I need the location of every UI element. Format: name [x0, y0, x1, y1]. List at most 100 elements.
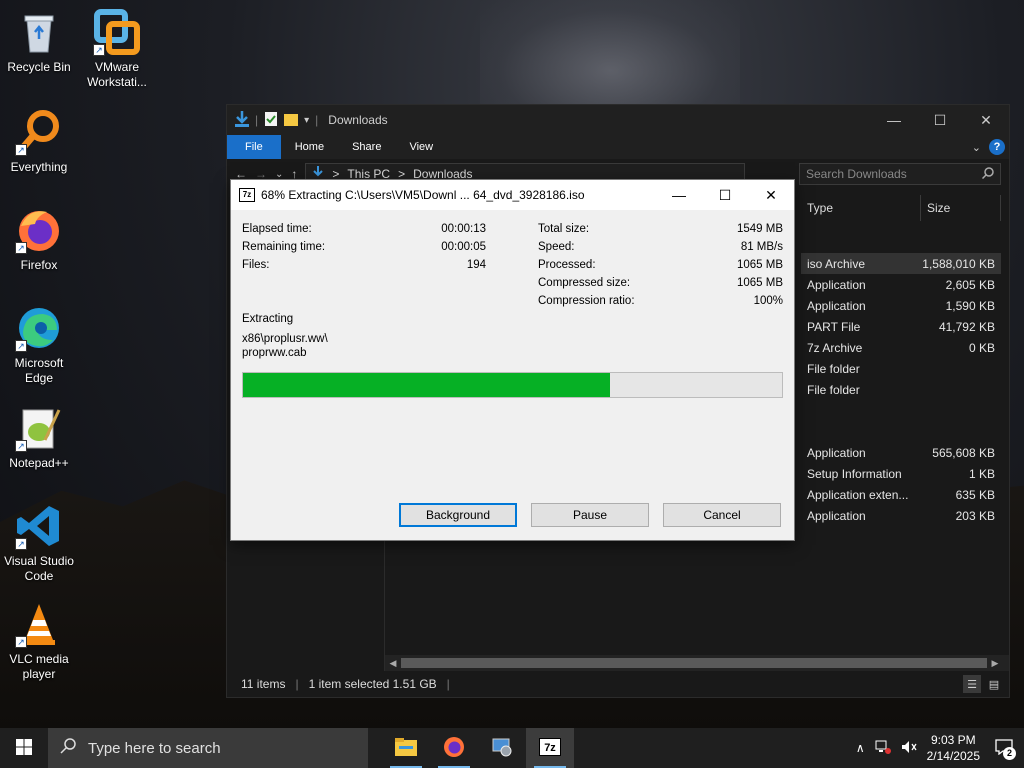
svg-text:7z: 7z: [544, 742, 556, 754]
expand-ribbon-icon[interactable]: ⌄: [972, 141, 981, 154]
cancel-button[interactable]: Cancel: [663, 503, 781, 527]
explorer-search-input[interactable]: Search Downloads: [799, 163, 1001, 185]
details-view-icon[interactable]: ☰: [963, 675, 981, 693]
status-selection: 1 item selected 1.51 GB: [308, 677, 437, 691]
desktop-icon-vlc[interactable]: ↗ VLC media player: [0, 600, 78, 682]
stat-value: 1065 MB: [736, 259, 783, 271]
desktop-icon-label: Microsoft Edge: [14, 356, 64, 385]
column-type[interactable]: Type: [801, 195, 921, 221]
desktop-icon-vscode[interactable]: ↗ Visual Studio Code: [0, 502, 78, 584]
extracting-label: Extracting: [242, 313, 294, 325]
table-row[interactable]: Application 2,605 KB: [801, 274, 1001, 295]
desktop-icon-edge[interactable]: ↗ Microsoft Edge: [0, 304, 78, 386]
table-row[interactable]: PART File 41,792 KB: [801, 316, 1001, 337]
stat-elapsed: Elapsed time: 00:00:13: [242, 220, 486, 238]
minimize-icon[interactable]: —: [871, 105, 917, 135]
customize-dropdown-icon[interactable]: ▾: [304, 115, 309, 126]
current-file-path-line1: x86\proplusr.ww\: [242, 333, 328, 345]
stat-processed: Processed: 1065 MB: [538, 256, 783, 274]
firefox-icon: ↗: [15, 206, 63, 254]
vmware-icon: ↗: [93, 8, 141, 56]
desktop-icon-recycle-bin[interactable]: Recycle Bin: [0, 8, 78, 75]
tab-file[interactable]: File: [227, 135, 281, 159]
control-panel-icon: [491, 737, 513, 760]
minimize-icon[interactable]: —: [656, 180, 702, 210]
search-icon: [60, 738, 76, 758]
pause-button[interactable]: Pause: [531, 503, 649, 527]
table-row[interactable]: Setup Information 1 KB: [801, 463, 1001, 484]
toolbar-separator: |: [315, 113, 319, 127]
start-button[interactable]: [0, 728, 48, 768]
explorer-window-title: Downloads: [328, 113, 388, 127]
desktop-icon-firefox[interactable]: ↗ Firefox: [0, 206, 78, 273]
action-center-button[interactable]: 2: [990, 734, 1018, 762]
row-type: PART File: [807, 319, 861, 334]
tab-share[interactable]: Share: [338, 135, 395, 159]
tab-view[interactable]: View: [395, 135, 447, 159]
desktop-icon-label: VLC media player: [9, 652, 69, 681]
download-arrow-icon: [235, 110, 249, 130]
background-button[interactable]: Background: [399, 503, 517, 527]
recent-locations-icon[interactable]: ⌄: [275, 169, 283, 180]
tab-home[interactable]: Home: [281, 135, 338, 159]
taskbar-app-firefox[interactable]: [430, 728, 478, 768]
row-type: Application: [807, 277, 866, 292]
properties-icon[interactable]: [264, 111, 278, 130]
firefox-icon: [443, 736, 465, 761]
network-icon[interactable]: [875, 740, 891, 757]
ribbon-tabs: File Home Share View ⌄ ?: [227, 135, 1009, 159]
desktop-icon-label: Recycle Bin: [7, 60, 71, 74]
toolbar-separator: |: [255, 113, 259, 127]
scrollbar-thumb[interactable]: [401, 658, 987, 668]
show-hidden-icons-icon[interactable]: ∧: [856, 741, 865, 755]
notepadpp-icon: ↗: [15, 404, 63, 452]
row-type: Application: [807, 445, 866, 460]
table-row[interactable]: Application 1,590 KB: [801, 295, 1001, 316]
edge-icon: ↗: [15, 304, 63, 352]
row-size: 2,605 KB: [945, 277, 995, 292]
clock[interactable]: 9:03 PM 2/14/2025: [927, 732, 980, 764]
taskbar-app-7zip[interactable]: 7z: [526, 728, 574, 768]
size-stats: Total size: 1549 MB Speed: 81 MB/s Process…: [538, 220, 783, 310]
progress-fill: [243, 373, 610, 397]
current-file-path-line2: proprww.cab: [242, 347, 307, 359]
dialog-buttons: Background Pause Cancel: [399, 503, 781, 527]
row-spacer: [801, 421, 1001, 442]
table-row[interactable]: Application 565,608 KB: [801, 442, 1001, 463]
maximize-icon[interactable]: ☐: [702, 180, 748, 210]
time-stats: Elapsed time: 00:00:13 Remaining time: 00:…: [242, 220, 486, 274]
table-row[interactable]: 7z Archive 0 KB: [801, 337, 1001, 358]
close-icon[interactable]: ✕: [748, 180, 794, 210]
row-size: 0 KB: [968, 340, 995, 355]
horizontal-scrollbar[interactable]: ◀ ▶: [385, 655, 1009, 671]
view-toggle: ☰ ▤: [963, 675, 1009, 693]
close-icon[interactable]: ✕: [963, 105, 1009, 135]
status-item-count: 11 items: [241, 677, 286, 691]
desktop-icon-everything[interactable]: ↗ Everything: [0, 108, 78, 175]
large-icons-view-icon[interactable]: ▤: [985, 675, 1003, 693]
scroll-left-icon[interactable]: ◀: [385, 658, 401, 669]
taskbar-app-control-panel[interactable]: [478, 728, 526, 768]
scroll-right-icon[interactable]: ▶: [987, 658, 1003, 669]
stat-value: 100%: [753, 295, 783, 307]
explorer-title-bar[interactable]: | ▾ | Downloads — ☐ ✕: [227, 105, 1009, 135]
table-row[interactable]: Application 203 KB: [801, 505, 1001, 526]
volume-muted-icon[interactable]: [901, 740, 917, 757]
clock-date: 2/14/2025: [926, 749, 980, 763]
vlc-icon: ↗: [15, 600, 63, 648]
desktop-icon-notepadpp[interactable]: ↗ Notepad++: [0, 404, 78, 471]
table-row[interactable]: Application exten... 635 KB: [801, 484, 1001, 505]
table-row[interactable]: File folder: [801, 358, 1001, 379]
table-row[interactable]: iso Archive 1,588,010 KB: [801, 253, 1001, 274]
desktop: Recycle Bin ↗ VMware Workstati... ↗ Ever…: [0, 0, 1024, 728]
file-rows: iso Archive 1,588,010 KB Application 2,605…: [801, 253, 1001, 526]
new-folder-icon[interactable]: [284, 111, 299, 130]
desktop-icon-vmware[interactable]: ↗ VMware Workstati...: [78, 8, 156, 90]
taskbar-app-file-explorer[interactable]: [382, 728, 430, 768]
help-icon[interactable]: ?: [989, 139, 1005, 155]
column-size[interactable]: Size: [921, 195, 1001, 221]
table-row[interactable]: File folder: [801, 379, 1001, 400]
dialog-title-bar[interactable]: 7z 68% Extracting C:\Users\VM5\Downl ...…: [231, 180, 794, 210]
maximize-icon[interactable]: ☐: [917, 105, 963, 135]
taskbar-search-input[interactable]: Type here to search: [48, 728, 368, 768]
